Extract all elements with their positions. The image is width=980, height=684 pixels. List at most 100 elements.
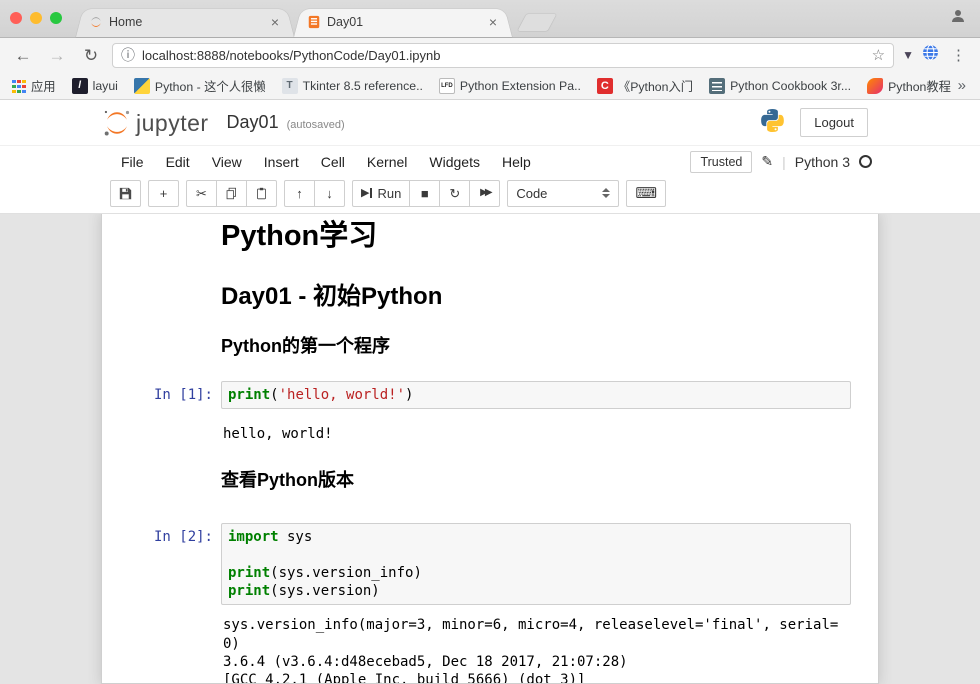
code-input[interactable]: print('hello, world!') (221, 381, 851, 409)
minimize-window-button[interactable] (30, 12, 42, 24)
python-site-icon (134, 78, 150, 94)
close-tab-icon[interactable]: × (486, 14, 500, 30)
bookmark-label: Tkinter 8.5 reference.. (303, 79, 423, 93)
code-line: print('hello, world!') (228, 386, 844, 404)
menu-cell[interactable]: Cell (310, 149, 356, 175)
copy-cell-button[interactable] (216, 180, 247, 207)
lfd-icon (439, 78, 455, 94)
browser-toolbar: ← → ↻ ⓘ localhost:8888/notebooks/PythonC… (0, 38, 980, 72)
paste-cell-button[interactable] (246, 180, 277, 207)
code-line: print(sys.version) (228, 582, 844, 600)
extension-download-icon[interactable]: ▼ (902, 48, 914, 62)
page-info-icon[interactable]: ⓘ (121, 45, 135, 65)
bookmark-star-icon[interactable]: ☆ (872, 46, 885, 64)
trusted-badge[interactable]: Trusted (690, 151, 752, 173)
url-text[interactable]: localhost:8888/notebooks/PythonCode/Day0… (142, 48, 865, 63)
command-palette-button[interactable]: ⌨ (626, 180, 666, 207)
jupyter-header: jupyter Day01 (autosaved) Logout (0, 100, 980, 146)
notebook-page: Python学习 Day01 - 初始Python Python的第一个程序 I… (101, 214, 879, 684)
bookmark-item[interactable]: layui (72, 78, 118, 94)
run-label: Run (377, 186, 401, 201)
jupyter-logo[interactable]: jupyter (102, 108, 209, 138)
bookmark-item[interactable]: 《Python入门 (597, 77, 693, 95)
bookmarks-bar: 应用 layui Python - 这个人很懒 Tkinter 8.5 referen… (0, 72, 980, 100)
refresh-button[interactable]: ↻ (78, 47, 104, 64)
chrome-menu-icon[interactable]: ⋮ (947, 46, 970, 64)
bookmark-item[interactable]: Python Cookbook 3r... (709, 78, 851, 94)
code-cell-1[interactable]: In [1]: print('hello, world!') (121, 379, 860, 411)
markdown-cell[interactable]: Day01 - 初始Python (121, 281, 860, 313)
bookmark-label: Python Cookbook 3r... (730, 79, 851, 93)
menu-help[interactable]: Help (491, 149, 542, 175)
feather-icon (867, 78, 883, 94)
csdn-icon (597, 78, 613, 94)
code-cell-2[interactable]: In [2]: import sys print(sys.version_inf… (121, 521, 860, 608)
close-tab-icon[interactable]: × (268, 14, 282, 30)
bookmark-item[interactable]: Python - 这个人很懒 (134, 77, 266, 95)
tab-day01[interactable]: Day01 × (294, 7, 512, 37)
menu-kernel[interactable]: Kernel (356, 149, 418, 175)
code-line: import sys (228, 528, 844, 546)
output-prompt-spacer (123, 421, 221, 447)
tab-home[interactable]: Home × (76, 7, 294, 37)
markdown-cell[interactable]: Python学习 (121, 218, 860, 255)
bookmark-item[interactable]: 应用 (10, 77, 56, 95)
output-text: sys.version_info(major=3, minor=6, micro… (221, 612, 839, 684)
restart-icon: ↻ (449, 187, 460, 200)
save-button[interactable] (110, 180, 141, 207)
tab-label: Day01 (327, 15, 480, 29)
move-cell-up-button[interactable]: ↑ (284, 180, 315, 207)
add-cell-button[interactable]: + (148, 180, 179, 207)
window-controls (10, 0, 76, 37)
menu-edit[interactable]: Edit (155, 149, 201, 175)
menu-widgets[interactable]: Widgets (418, 149, 491, 175)
menu-file[interactable]: File (110, 149, 155, 175)
notebook-title[interactable]: Day01 (227, 112, 279, 133)
apps-grid-icon (10, 78, 26, 94)
interrupt-kernel-button[interactable]: ■ (409, 180, 440, 207)
logout-button[interactable]: Logout (800, 108, 868, 137)
notebook-menubar: FileEditViewInsertCellKernelWidgetsHelp … (0, 146, 980, 177)
bookmark-list: 应用 layui Python - 这个人很懒 Tkinter 8.5 referen… (10, 77, 952, 95)
code-input[interactable]: import sys print(sys.version_info)print(… (221, 523, 851, 606)
cut-cell-button[interactable]: ✂ (186, 180, 217, 207)
input-prompt: In [1]: (123, 381, 221, 409)
menubar-right: Trusted ✎ | Python 3 (690, 151, 872, 173)
back-button[interactable]: ← (10, 47, 36, 64)
new-tab-button[interactable] (517, 14, 556, 31)
bookmark-item[interactable]: Python教程 (867, 77, 951, 95)
zoom-window-button[interactable] (50, 12, 62, 24)
move-cell-down-button[interactable]: ↓ (314, 180, 345, 207)
code-line (228, 546, 844, 564)
address-bar[interactable]: ⓘ localhost:8888/notebooks/PythonCode/Da… (112, 43, 894, 68)
close-window-button[interactable] (10, 12, 22, 24)
code-line: print(sys.version_info) (228, 564, 844, 582)
output-text: hello, world! (221, 421, 333, 447)
header-right: Logout (759, 107, 868, 139)
notebook-toolbar: + ✂ ↑ (0, 177, 980, 214)
cell-output-1: hello, world! (121, 419, 860, 449)
heading-day01: Day01 - 初始Python (221, 283, 442, 311)
restart-kernel-button[interactable]: ↻ (439, 180, 470, 207)
menubar-separator: | (782, 154, 786, 170)
plus-icon: + (160, 187, 168, 200)
bookmark-item[interactable]: Tkinter 8.5 reference.. (282, 78, 423, 94)
extension-globe-icon[interactable] (922, 44, 939, 66)
jupyter-home-favicon (88, 15, 103, 30)
cell-type-dropdown[interactable]: Code (507, 180, 619, 207)
markdown-cell[interactable]: 查看Python版本 (121, 468, 860, 493)
bookmark-item[interactable]: Python Extension Pa.. (439, 78, 581, 94)
profile-icon[interactable] (944, 6, 972, 31)
menu-insert[interactable]: Insert (253, 149, 310, 175)
heading-first-program: Python的第一个程序 (221, 336, 390, 357)
jupyter-notebook-favicon (306, 15, 321, 30)
prompt-spacer (123, 283, 221, 311)
bookmark-label: 《Python入门 (618, 77, 693, 95)
bookmarks-overflow-icon[interactable]: » (954, 77, 970, 94)
markdown-cell[interactable]: Python的第一个程序 (121, 334, 860, 359)
restart-run-all-button[interactable]: ▶▶ (469, 180, 500, 207)
menu-view[interactable]: View (201, 149, 253, 175)
run-cell-button[interactable]: ▶ Run (352, 180, 410, 207)
up-arrow-icon: ↑ (296, 187, 303, 200)
forward-button[interactable]: → (44, 47, 70, 64)
